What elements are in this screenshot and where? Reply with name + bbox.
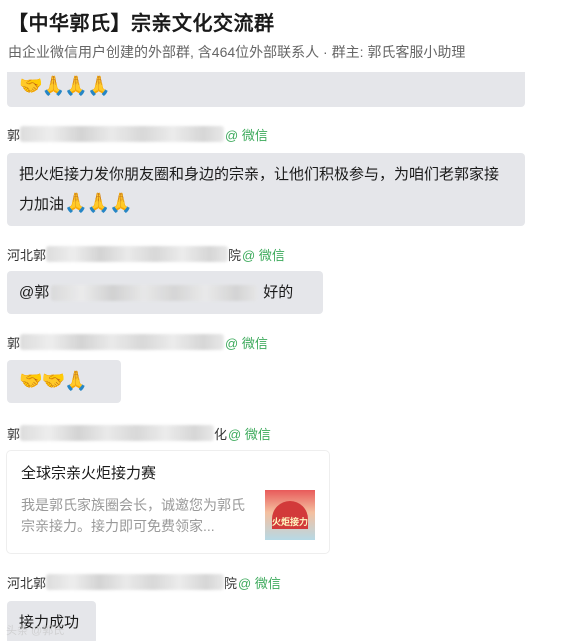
group-subtitle: 由企业微信用户创建的外部群, 含464位外部联系人 · 群主: 郭氏客服小助理 — [8, 44, 466, 60]
message-bubble[interactable]: @郭 好的 — [7, 271, 323, 314]
wechat-tag: @ 微信 — [242, 247, 285, 263]
redacted-name — [46, 574, 225, 590]
message-sender[interactable]: 郭 化 @ 微信 — [7, 422, 271, 444]
wechat-tag: @ 微信 — [225, 127, 268, 143]
chat-header: 【中华郭氏】宗亲文化交流群 由企业微信用户创建的外部群, 含464位外部联系人 … — [0, 0, 576, 72]
redacted-name — [20, 334, 225, 350]
message-sender[interactable]: 郭 @ 微信 — [7, 331, 268, 353]
sender-name-prefix: 郭 — [7, 335, 21, 351]
sender-name-prefix: 河北郭 — [7, 575, 47, 591]
emoji-handshake-pray: 🤝🙏🙏🙏 — [19, 76, 111, 97]
message-bubble[interactable]: 把火炬接力发你朋友圈和身边的宗亲，让他们积极参与，为咱们老郭家接力加油🙏🙏🙏 — [7, 153, 525, 226]
group-title: 【中华郭氏】宗亲文化交流群 — [8, 13, 275, 35]
mention-prefix: @郭 — [19, 284, 50, 301]
emoji-handshake-pray: 🤝🤝🙏 — [19, 371, 88, 392]
card-description: 我是郭氏家族圈会长，诚邀您为郭氏宗亲接力。接力即可免费领家... — [21, 497, 245, 534]
thumbnail-text: 火炬接力 — [272, 517, 309, 527]
message-bubble[interactable]: 🤝🤝🙏 — [7, 360, 121, 403]
watermark: 头条 @郭氏 — [6, 625, 65, 637]
emoji-pray: 🙏🙏🙏 — [64, 193, 133, 214]
redacted-name — [46, 246, 229, 262]
message-sender[interactable]: 河北郭 院 @ 微信 — [7, 571, 281, 593]
wechat-tag: @ 微信 — [225, 335, 268, 351]
message-sender[interactable]: 河北郭 院 @ 微信 — [7, 243, 285, 265]
sender-name-prefix: 郭 — [7, 426, 21, 442]
sender-name-suffix: 院 — [228, 247, 242, 263]
sender-name-prefix: 郭 — [7, 127, 21, 143]
sender-name-prefix: 河北郭 — [7, 247, 47, 263]
message-sender[interactable]: 郭 @ 微信 — [7, 123, 268, 145]
message-text: 好的 — [263, 284, 294, 301]
wechat-tag: @ 微信 — [228, 426, 271, 442]
sender-name-suffix: 化 — [214, 426, 228, 442]
redacted-name — [20, 126, 225, 142]
card-thumbnail: 火炬接力 — [265, 490, 315, 540]
card-title: 全球宗亲火炬接力赛 — [21, 465, 157, 482]
message-list[interactable]: 🤝🙏🙏🙏 郭 @ 微信 把火炬接力发你朋友圈和身边的宗亲，让他们积极参与，为咱们… — [0, 72, 576, 641]
redacted-name — [20, 425, 215, 441]
sender-name-suffix: 院 — [224, 575, 238, 591]
torch-gate-image: 火炬接力 — [272, 501, 308, 529]
redacted-mention — [51, 284, 258, 301]
message-bubble[interactable]: 🤝🙏🙏🙏 — [7, 72, 525, 107]
wechat-tag: @ 微信 — [238, 575, 281, 591]
link-card[interactable]: 全球宗亲火炬接力赛 我是郭氏家族圈会长，诚邀您为郭氏宗亲接力。接力即可免费领家.… — [7, 451, 329, 553]
